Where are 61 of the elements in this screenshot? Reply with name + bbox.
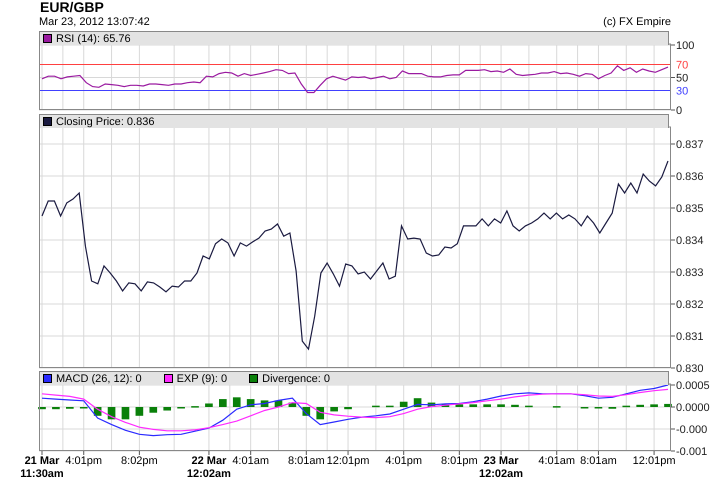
axis-label: 0.837 <box>676 139 704 151</box>
axis-label: 70 <box>676 60 688 72</box>
divergence-bar <box>232 397 241 407</box>
divergence-bar <box>136 407 144 416</box>
divergence-bar <box>483 404 491 407</box>
divergence-bar <box>664 404 672 407</box>
axis-label: 8:02pm <box>121 455 158 467</box>
axis-label: 0.833 <box>676 267 704 279</box>
axis-label: 12:01pm <box>326 455 370 467</box>
divergence-bar <box>330 407 338 412</box>
divergence-bar <box>497 404 505 407</box>
axis-label: 21 Mar 11:30am <box>20 455 64 480</box>
axis-label: 50 <box>676 72 688 84</box>
axis-label: 0.831 <box>676 331 704 343</box>
axis-label: 0.830 <box>676 363 704 375</box>
axis-label: 22 Mar 12:02am <box>186 455 231 480</box>
divergence-bar <box>219 399 227 407</box>
timestamp: Mar 23, 2012 13:07:42 <box>39 15 150 30</box>
divergence-bar <box>400 402 408 407</box>
legend-label: RSI (14): 65.76 <box>56 32 131 44</box>
axis-label: 30 <box>676 86 688 98</box>
divergence-bar <box>636 404 644 407</box>
divergence-bar <box>52 407 60 410</box>
axis-label: 0.836 <box>676 171 704 183</box>
divergence-bar <box>122 407 130 420</box>
divergence-bar <box>469 404 478 407</box>
divergence-bar <box>428 402 436 407</box>
divergence-bar <box>205 403 213 407</box>
divergence-bar <box>149 407 158 413</box>
axis-label: 4:01pm <box>385 455 422 467</box>
axis-label: 0.0005 <box>676 380 710 392</box>
divergence-bar <box>163 407 172 411</box>
axis-label: 8:01pm <box>440 455 478 467</box>
axis-label: -0.000 <box>676 424 708 436</box>
divergence-bar <box>442 404 450 407</box>
axis-label: 4:01am <box>232 455 270 467</box>
axis-label: 8:01am <box>580 455 617 467</box>
legend-label: MACD (26, 12): 0 <box>56 372 142 384</box>
axis-label: 12:01pm <box>632 455 676 467</box>
axis-label: 100 <box>676 40 694 52</box>
axis-label: 0.835 <box>676 203 704 215</box>
legend-label: Closing Price: 0.836 <box>56 116 154 128</box>
divergence-bar <box>38 407 46 410</box>
axis-label: 0.834 <box>676 235 704 247</box>
legend-label: EXP (9): 0 <box>176 372 228 384</box>
divergence-bar <box>650 404 658 407</box>
axis-label: 0.832 <box>676 299 704 311</box>
legend-label: Divergence: 0 <box>262 372 330 384</box>
axis-label: 0.0000 <box>676 402 710 414</box>
chart-title: EUR/GBP <box>39 0 104 15</box>
axis-label: 4:01am <box>538 455 576 467</box>
axis-label: 23 Mar 12:02am <box>479 455 524 480</box>
divergence-bar <box>344 407 352 410</box>
axis-label: 4:01pm <box>65 455 102 467</box>
axis-label: -0.001 <box>676 446 708 458</box>
divergence-bar <box>456 404 464 407</box>
axis-label: 8:01am <box>288 455 325 467</box>
divergence-bar <box>288 402 296 407</box>
divergence-bar <box>511 404 519 407</box>
copyright-text: (c) FX Empire <box>603 15 671 30</box>
axis-label: 0 <box>676 105 682 117</box>
